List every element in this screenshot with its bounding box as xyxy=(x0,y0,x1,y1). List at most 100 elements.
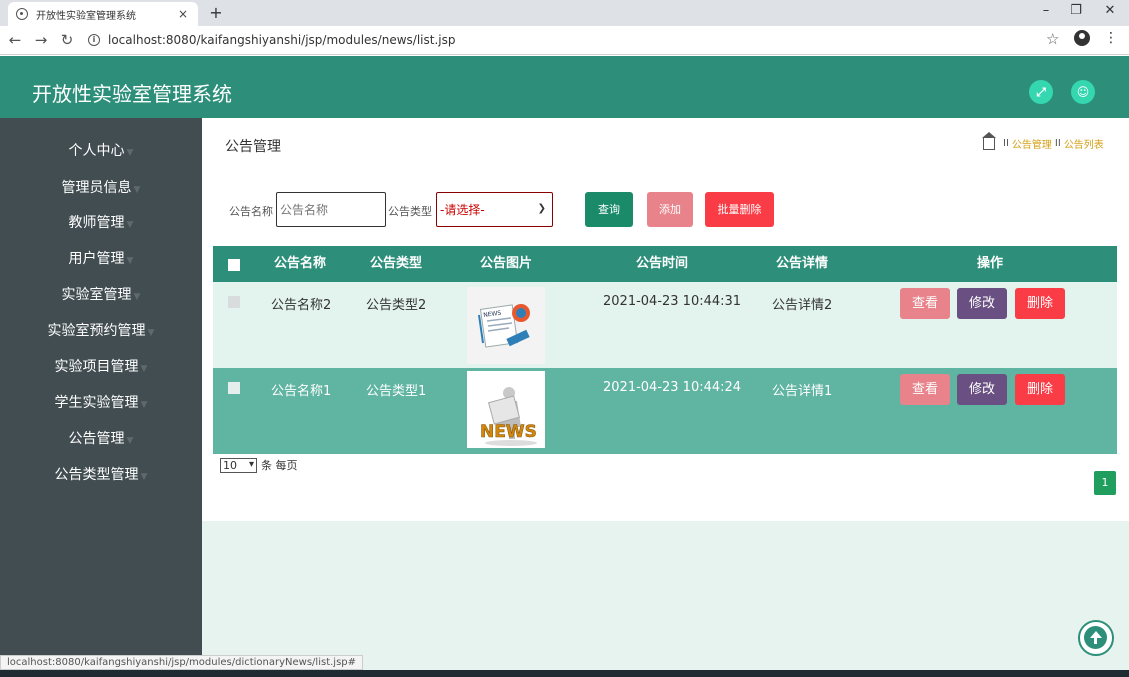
browser-tab[interactable]: 开放性实验室管理系统 × xyxy=(8,2,198,26)
sidebar-item-label: 用户管理 xyxy=(68,251,125,267)
user-icon[interactable]: ☺ xyxy=(1071,80,1095,104)
table-header: 公告名称 公告类型 公告图片 公告时间 公告详情 操作 xyxy=(213,246,1117,282)
caret-down-icon: ▼ xyxy=(140,472,148,482)
caret-down-icon: ▼ xyxy=(147,328,155,338)
notice-image: NEWS xyxy=(467,287,545,364)
home-icon[interactable] xyxy=(982,131,996,150)
sidebar-item-label: 实验室预约管理 xyxy=(47,323,146,339)
caret-down-icon: ▼ xyxy=(133,292,141,302)
row-checkbox[interactable] xyxy=(228,382,240,394)
browser-tabbar: 开放性实验室管理系统 × + – ❐ ✕ xyxy=(0,0,1129,26)
back-to-top-icon[interactable] xyxy=(1078,620,1114,656)
breadcrumb-item-notice[interactable]: 公告管理 xyxy=(1012,136,1052,151)
batch-delete-button[interactable]: 批量删除 xyxy=(705,192,774,227)
table-row: 公告名称2 公告类型2 NEWS 2021-04-23 10:44:31 公告详… xyxy=(213,282,1117,368)
tab-close-icon[interactable]: × xyxy=(176,7,190,21)
edit-button[interactable]: 修改 xyxy=(957,288,1007,319)
notice-type-select[interactable]: -请选择- ❯ xyxy=(436,192,553,227)
back-icon[interactable]: ← xyxy=(4,31,26,49)
sidebar-item-notice[interactable]: 公告管理 ▼ xyxy=(0,424,202,454)
taskbar xyxy=(0,670,1129,677)
edit-button[interactable]: 修改 xyxy=(957,374,1007,405)
caret-down-icon: ▼ xyxy=(126,148,134,158)
caret-down-icon: ▼ xyxy=(140,364,148,374)
notice-name-cell: 公告名称2 xyxy=(271,298,332,313)
tab-title: 开放性实验室管理系统 xyxy=(36,10,136,22)
reload-icon[interactable]: ↻ xyxy=(56,31,78,49)
info-icon[interactable]: i xyxy=(88,34,100,46)
sidebar-item-label: 个人中心 xyxy=(68,143,125,159)
sidebar-item-personal[interactable]: 个人中心 ▼ xyxy=(0,136,202,166)
column-header: 操作 xyxy=(976,256,1003,271)
shield-icon xyxy=(16,8,28,20)
notice-type-cell: 公告类型2 xyxy=(366,298,427,313)
delete-button[interactable]: 删除 xyxy=(1015,288,1065,319)
sidebar-item-project[interactable]: 实验项目管理 ▼ xyxy=(0,352,202,382)
caret-down-icon: ▼ xyxy=(126,220,134,230)
column-header: 公告图片 xyxy=(479,256,532,271)
app-title: 开放性实验室管理系统 xyxy=(32,82,232,106)
column-header: 公告时间 xyxy=(635,256,688,271)
sidebar-item-label: 学生实验管理 xyxy=(54,395,139,411)
sidebar-item-label: 实验项目管理 xyxy=(54,359,139,375)
sidebar-item-admin[interactable]: 管理员信息 ▼ xyxy=(0,173,202,203)
notice-time-cell: 2021-04-23 10:44:31 xyxy=(603,294,742,309)
svg-text:NEWS: NEWS xyxy=(480,422,537,442)
sidebar-item-lab-booking[interactable]: 实验室预约管理 ▼ xyxy=(0,316,202,346)
type-label: 公告类型 xyxy=(388,205,432,218)
app-header: 开放性实验室管理系统 ⤢ ☺ xyxy=(0,56,1129,118)
select-all-checkbox[interactable] xyxy=(228,259,240,271)
restore-icon[interactable]: ❐ xyxy=(1061,3,1091,18)
newspaper-icon: NEWS xyxy=(467,287,545,364)
page-number-button[interactable]: 1 xyxy=(1094,471,1116,495)
sidebar-item-label: 管理员信息 xyxy=(61,180,132,196)
table-row: 公告名称1 公告类型1 NEWS 2021-04-23 10:44:24 公告详… xyxy=(213,368,1117,454)
caret-down-icon: ▼ xyxy=(126,436,134,446)
row-checkbox[interactable] xyxy=(228,296,240,308)
forward-icon[interactable]: → xyxy=(30,31,52,49)
sidebar-item-teacher[interactable]: 教师管理 ▼ xyxy=(0,208,202,238)
news-figure-icon: NEWS xyxy=(467,371,545,448)
address-bar: ← → ↻ i localhost:8080/kaifangshiyanshi/… xyxy=(0,26,1129,55)
new-tab-button[interactable]: + xyxy=(206,3,226,22)
page-size-select[interactable]: 10 xyxy=(220,457,257,473)
breadcrumb-item-list[interactable]: 公告列表 xyxy=(1064,136,1104,151)
breadcrumb: II 公告管理 II 公告列表 xyxy=(982,131,1104,151)
sidebar-item-label: 公告管理 xyxy=(68,431,125,447)
page-title: 公告管理 xyxy=(225,139,281,155)
notice-name-cell: 公告名称1 xyxy=(271,384,332,399)
minimize-icon[interactable]: – xyxy=(1031,3,1061,18)
chevron-down-icon: ❯ xyxy=(537,203,546,214)
url-field[interactable]: i localhost:8080/kaifangshiyanshi/jsp/mo… xyxy=(88,29,1038,51)
sidebar-item-notice-type[interactable]: 公告类型管理 ▼ xyxy=(0,460,202,490)
arrow-stem xyxy=(1094,637,1097,644)
page-size-control: 10 条 每页 xyxy=(220,457,298,473)
sidebar-item-label: 实验室管理 xyxy=(61,287,132,303)
view-button[interactable]: 查看 xyxy=(900,288,950,319)
notice-name-input[interactable] xyxy=(276,192,386,227)
sidebar-item-user[interactable]: 用户管理 ▼ xyxy=(0,244,202,274)
sidebar-item-lab[interactable]: 实验室管理 ▼ xyxy=(0,280,202,310)
notice-type-cell: 公告类型1 xyxy=(366,384,427,399)
url-text: localhost:8080/kaifangshiyanshi/jsp/modu… xyxy=(108,33,456,47)
fullscreen-icon[interactable]: ⤢ xyxy=(1029,80,1053,104)
caret-down-icon: ▼ xyxy=(140,400,148,410)
column-header: 公告详情 xyxy=(775,256,828,271)
column-header: 公告名称 xyxy=(273,256,326,271)
add-button[interactable]: 添加 xyxy=(647,192,693,227)
view-button[interactable]: 查看 xyxy=(900,374,950,405)
sidebar: 个人中心 ▼ 管理员信息 ▼ 教师管理 ▼ 用户管理 ▼ 实验室管理 ▼ 实验室预约管理 ▼… xyxy=(0,118,202,670)
notice-detail-cell: 公告详情1 xyxy=(772,384,833,399)
close-window-icon[interactable]: ✕ xyxy=(1095,3,1125,18)
delete-button[interactable]: 删除 xyxy=(1015,374,1065,405)
caret-down-icon: ▼ xyxy=(126,256,134,266)
notice-table: 公告名称 公告类型 公告图片 公告时间 公告详情 操作 公告名称2 公告类型2 … xyxy=(213,246,1117,454)
bookmark-star-icon[interactable]: ☆ xyxy=(1046,30,1059,48)
browser-menu-icon[interactable]: ⋮ xyxy=(1104,30,1118,46)
sidebar-item-student-experiment[interactable]: 学生实验管理 ▼ xyxy=(0,388,202,418)
column-header: 公告类型 xyxy=(369,256,422,271)
notice-image: NEWS xyxy=(467,371,545,448)
account-icon[interactable] xyxy=(1074,30,1090,46)
sidebar-item-label: 公告类型管理 xyxy=(54,467,139,483)
query-button[interactable]: 查询 xyxy=(585,192,633,227)
